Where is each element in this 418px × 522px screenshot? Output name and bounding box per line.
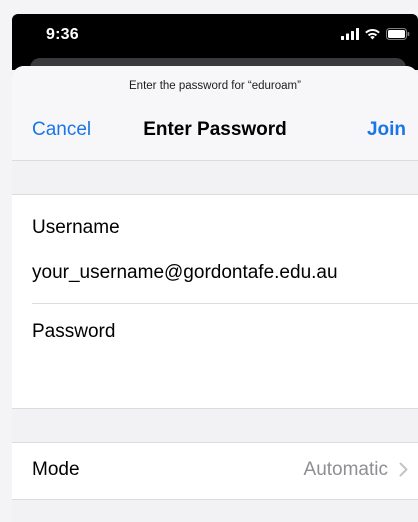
frame-top [0,0,418,14]
cellular-signal-icon [341,28,359,40]
username-label: Username [32,217,120,238]
password-field[interactable] [32,353,402,383]
credentials-group: Username Password [12,194,418,409]
status-time: 9:36 [46,26,79,43]
mode-row[interactable]: Mode Automatic [12,443,418,499]
wifi-password-screen: 9:36 Enter the password for “eduroam” Ca… [0,0,418,522]
password-sheet: Enter the password for “eduroam” Cancel … [12,66,418,522]
status-icons [341,28,410,40]
chevron-right-icon [399,462,408,477]
mode-label: Mode [32,459,80,480]
wifi-icon [365,29,380,40]
row-divider [32,303,418,304]
cancel-button[interactable]: Cancel [32,119,91,141]
battery-icon [386,28,410,40]
username-field[interactable] [32,262,402,284]
password-label: Password [32,321,116,342]
mode-group: Mode Automatic [12,442,418,500]
network-prompt: Enter the password for “eduroam” [129,80,301,92]
navigation-bar: Enter the password for “eduroam” Cancel … [12,66,418,161]
mode-value: Automatic [303,459,388,480]
frame-left [0,0,12,522]
join-button[interactable]: Join [367,119,406,141]
